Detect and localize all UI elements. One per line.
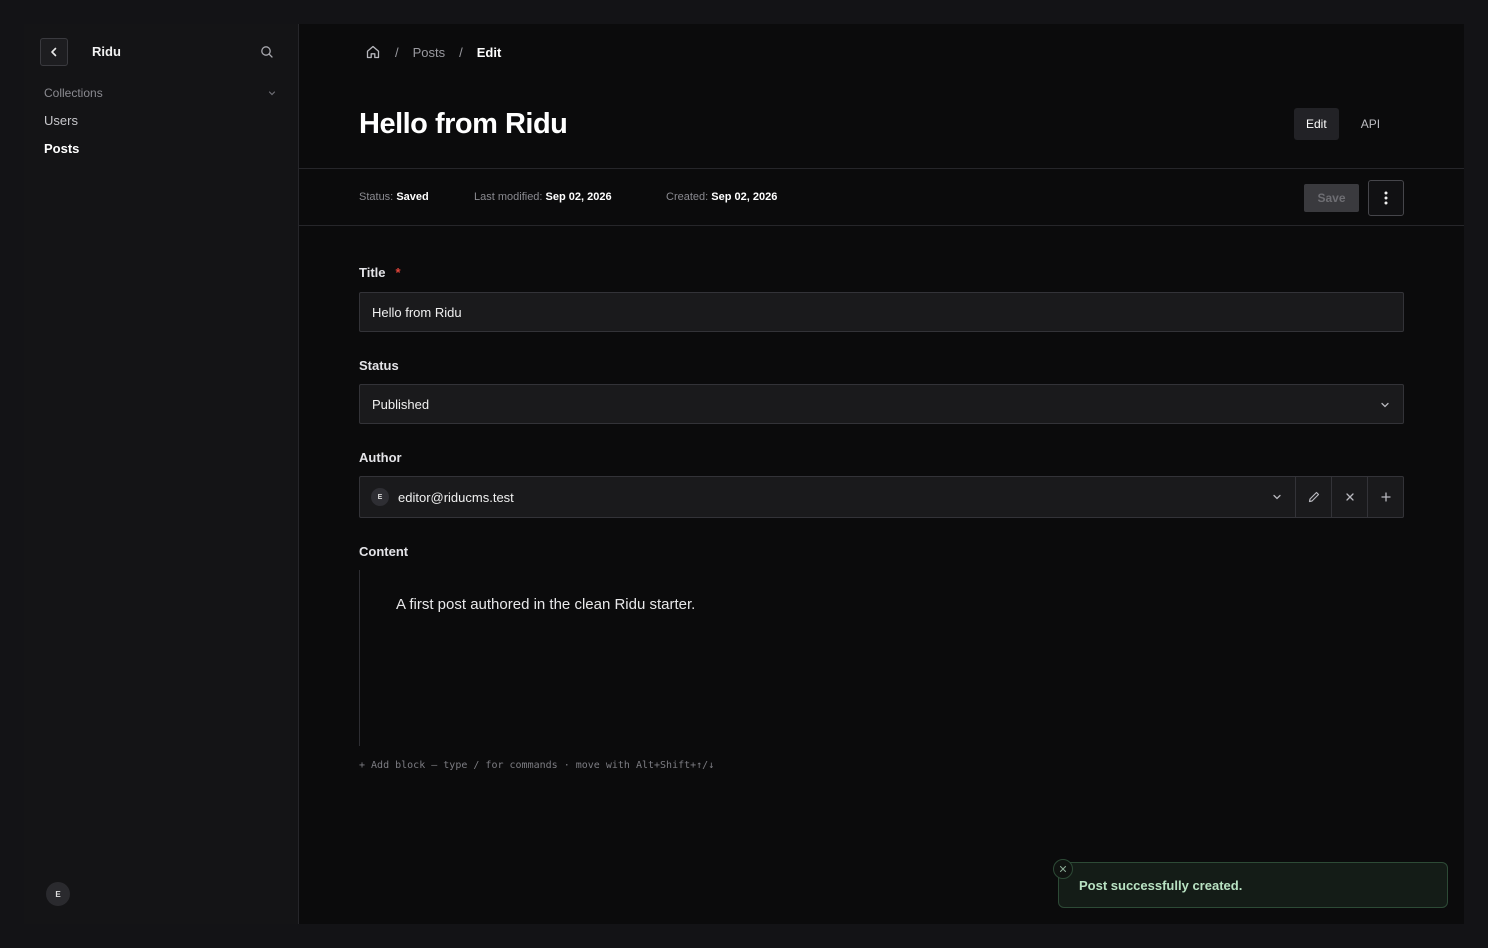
- breadcrumb: / Posts / Edit: [365, 44, 501, 60]
- status-meta-label: Status:: [359, 191, 394, 203]
- status-field-label: Status: [359, 358, 399, 373]
- close-icon: [1345, 493, 1354, 501]
- status-meta-value: Saved: [396, 191, 429, 203]
- user-avatar[interactable]: E: [46, 882, 70, 906]
- breadcrumb-separator: /: [459, 44, 463, 60]
- author-field-label: Author: [359, 450, 402, 465]
- author-relationship-field: E editor@riducms.test: [359, 476, 1404, 518]
- main-content: / Posts / Edit Hello from Ridu Edit API …: [299, 24, 1464, 924]
- collections-label: Collections: [44, 86, 103, 100]
- status-select[interactable]: Published: [359, 384, 1404, 424]
- sidebar-item-users[interactable]: Users: [44, 113, 78, 128]
- search-icon[interactable]: [260, 45, 274, 59]
- created-meta: Created: Sep 02, 2026: [666, 191, 777, 203]
- toast-close-button[interactable]: [1053, 859, 1073, 879]
- collections-toggle[interactable]: Collections: [44, 85, 277, 101]
- chevron-down-icon: [268, 91, 276, 96]
- content-field-label: Content: [359, 544, 409, 559]
- app-window: Ridu Collections Users Posts E / Posts /…: [24, 24, 1464, 924]
- more-options-button[interactable]: [1368, 180, 1404, 216]
- chevron-down-icon: [1381, 402, 1389, 408]
- add-block-hint[interactable]: + Add block — type / for commands · move…: [359, 760, 714, 771]
- plus-icon: [1380, 492, 1391, 502]
- author-avatar: E: [371, 488, 389, 506]
- breadcrumb-separator: /: [395, 44, 399, 60]
- brand-name: Ridu: [92, 44, 121, 59]
- save-button[interactable]: Save: [1304, 184, 1359, 212]
- toast-message: Post successfully created.: [1079, 877, 1243, 893]
- status-select-value: Published: [372, 396, 430, 412]
- add-author-button[interactable]: [1367, 477, 1403, 517]
- modified-meta-value: Sep 02, 2026: [545, 191, 612, 203]
- content-editor[interactable]: A first post authored in the clean Ridu …: [359, 570, 1404, 746]
- clear-author-button[interactable]: [1331, 477, 1367, 517]
- required-indicator: *: [395, 265, 401, 280]
- pencil-icon: [1308, 491, 1319, 503]
- title-input[interactable]: Hello from Ridu: [359, 292, 1404, 332]
- chevron-down-icon[interactable]: [1271, 491, 1283, 503]
- sidebar: Ridu Collections Users Posts E: [24, 24, 299, 924]
- status-meta: Status: Saved: [359, 191, 429, 203]
- tab-edit[interactable]: Edit: [1294, 108, 1339, 140]
- document-meta-bar: Status: Saved Last modified: Sep 02, 202…: [299, 168, 1464, 226]
- more-vertical-icon: [1384, 191, 1388, 205]
- created-meta-label: Created:: [666, 191, 709, 203]
- view-tabs: Edit API: [1294, 108, 1392, 140]
- edit-author-button[interactable]: [1295, 477, 1331, 517]
- close-icon: [1059, 865, 1067, 873]
- modified-meta: Last modified: Sep 02, 2026: [474, 191, 612, 203]
- home-icon[interactable]: [365, 44, 381, 60]
- breadcrumb-posts[interactable]: Posts: [413, 45, 446, 60]
- back-button[interactable]: [40, 38, 68, 66]
- content-paragraph[interactable]: A first post authored in the clean Ridu …: [396, 596, 695, 613]
- title-field-label: Title *: [359, 265, 401, 280]
- title-label-text: Title: [359, 265, 386, 280]
- sidebar-item-posts[interactable]: Posts: [44, 141, 79, 156]
- success-toast: Post successfully created.: [1058, 862, 1448, 908]
- created-meta-value: Sep 02, 2026: [711, 191, 778, 203]
- tab-api[interactable]: API: [1349, 108, 1392, 140]
- modified-meta-label: Last modified:: [474, 191, 543, 203]
- page-title: Hello from Ridu: [359, 108, 568, 140]
- breadcrumb-current: Edit: [476, 44, 502, 60]
- author-select-value[interactable]: editor@riducms.test: [398, 490, 514, 505]
- chevron-left-icon: [51, 47, 57, 57]
